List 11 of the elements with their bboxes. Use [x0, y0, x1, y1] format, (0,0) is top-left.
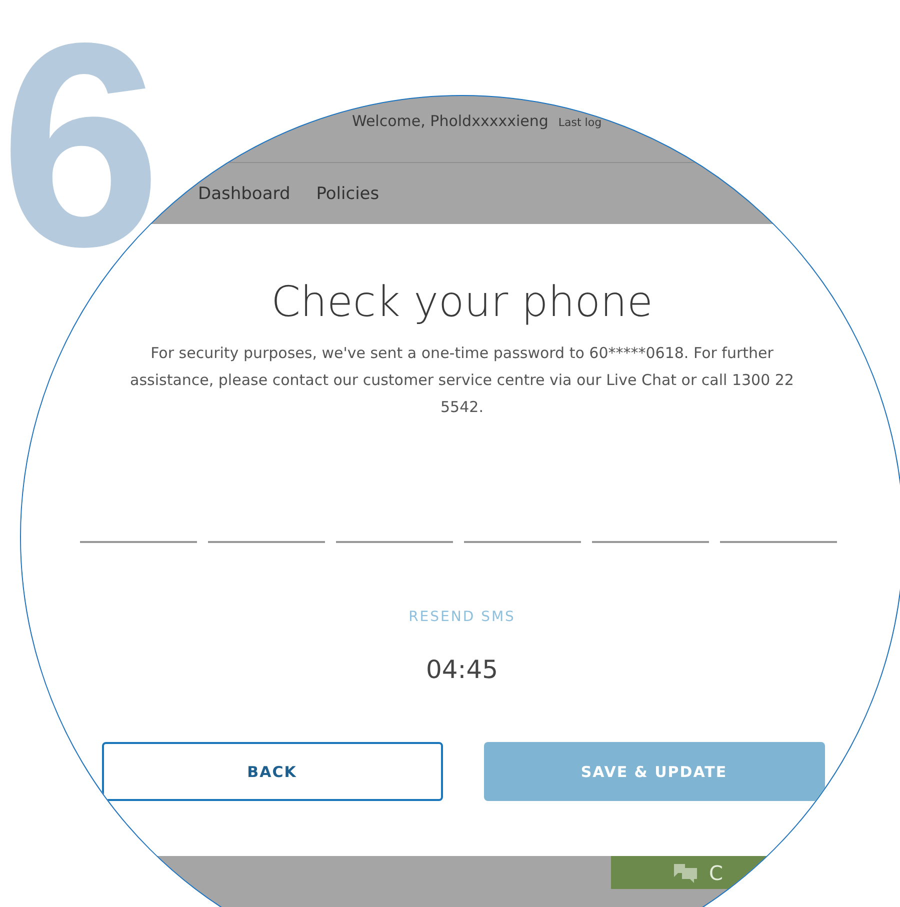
- chat-label: C: [709, 860, 723, 884]
- step-number: 6: [0, 0, 162, 290]
- last-login-text: Last log: [558, 116, 602, 129]
- nav-link[interactable]: Policies: [316, 184, 380, 204]
- dialog-message: For security purposes, we've sent a one-time password to 60*****0618. For further assistance, please contact our customer service centre via our Live Chat or call 1300 22 5542.: [129, 343, 795, 418]
- countdown-timer: 04:45: [426, 655, 498, 684]
- welcome-text: Welcome, Pholdxxxxxieng: [352, 112, 548, 130]
- dialog-title: Check your phone: [271, 276, 653, 328]
- chat-icon: [673, 862, 699, 884]
- back-button[interactable]: BACK: [102, 742, 442, 801]
- nav-link[interactable]: Dashboard: [198, 184, 290, 204]
